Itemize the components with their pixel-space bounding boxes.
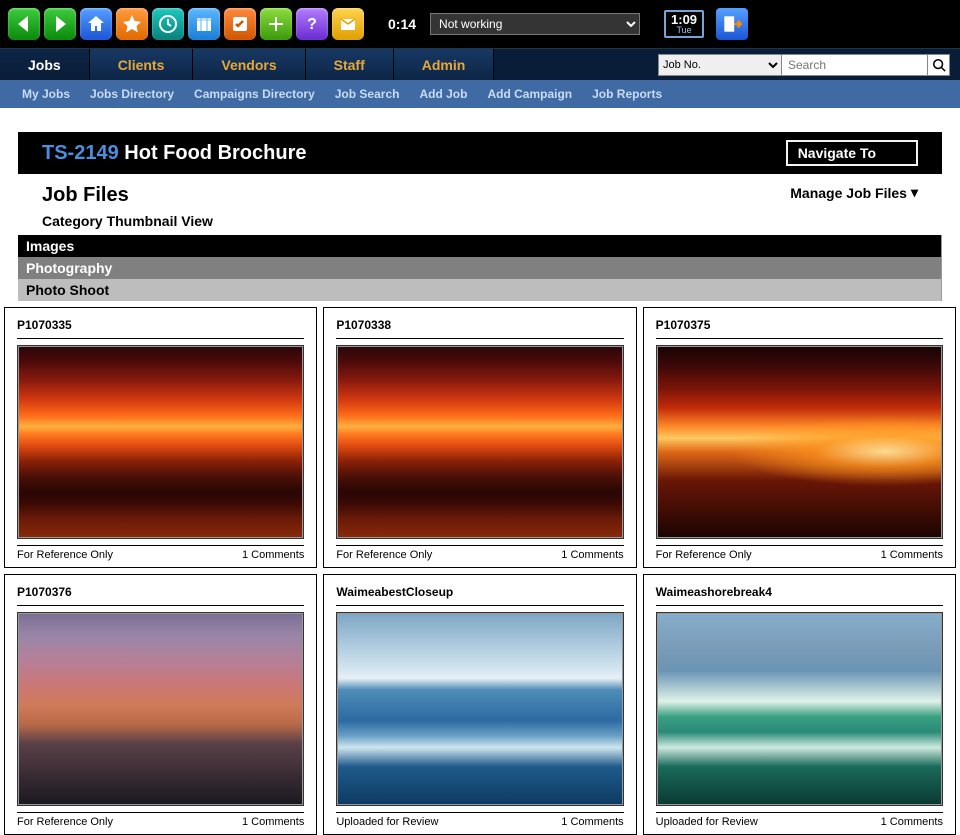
star-icon[interactable] xyxy=(116,8,148,40)
search-scope-select[interactable]: Job No. xyxy=(658,54,782,76)
category-level-2[interactable]: Photography xyxy=(18,257,941,279)
help-icon[interactable]: ? xyxy=(296,8,328,40)
tab-vendors[interactable]: Vendors xyxy=(193,49,305,80)
forward-icon[interactable] xyxy=(44,8,76,40)
category-level-1[interactable]: Images xyxy=(18,235,941,257)
thumbnail-filename: WaimeabestCloseup xyxy=(336,585,623,599)
thumbnail-image[interactable] xyxy=(17,612,304,806)
navigate-to-button[interactable]: Navigate To xyxy=(786,140,918,166)
thumbnail-status: For Reference Only xyxy=(17,549,113,561)
thumbnail-status: Uploaded for Review xyxy=(336,816,438,828)
job-code: TS-2149 xyxy=(42,142,119,164)
category-bands: Images Photography Photo Shoot xyxy=(18,235,942,301)
subnav-job-reports[interactable]: Job Reports xyxy=(592,87,662,101)
thumbnail-image[interactable] xyxy=(656,612,943,806)
tab-clients[interactable]: Clients xyxy=(90,49,194,80)
page-title: TS-2149 Hot Food Brochure xyxy=(42,142,307,165)
subnav-campaigns-directory[interactable]: Campaigns Directory xyxy=(194,87,315,101)
thumbnail-comments[interactable]: 1 Comments xyxy=(242,816,304,828)
status-dropdown[interactable]: Not working xyxy=(430,13,640,35)
view-mode-label: Category Thumbnail View xyxy=(18,213,942,235)
mail-icon[interactable] xyxy=(332,8,364,40)
subnav-add-campaign[interactable]: Add Campaign xyxy=(487,87,572,101)
category-level-3[interactable]: Photo Shoot xyxy=(18,279,941,301)
thumbnail-filename: P1070338 xyxy=(336,318,623,332)
thumbnail-card[interactable]: WaimeabestCloseup Uploaded for Review 1 Co… xyxy=(323,574,636,835)
thumbnail-status: For Reference Only xyxy=(17,816,113,828)
tab-jobs[interactable]: Jobs xyxy=(0,49,90,80)
subnav-my-jobs[interactable]: My Jobs xyxy=(22,87,70,101)
thumbnail-comments[interactable]: 1 Comments xyxy=(881,816,943,828)
thumbnail-comments[interactable]: 1 Comments xyxy=(561,549,623,561)
thumbnail-image[interactable] xyxy=(656,345,943,539)
thumbnail-status: Uploaded for Review xyxy=(656,816,758,828)
sub-nav: My Jobs Jobs Directory Campaigns Directo… xyxy=(0,80,960,108)
page-title-bar: TS-2149 Hot Food Brochure Navigate To xyxy=(18,132,942,174)
manage-job-files-button[interactable]: Manage Job Files ▾ xyxy=(790,184,918,201)
job-files-header: Job Files Manage Job Files ▾ xyxy=(18,174,942,213)
back-icon[interactable] xyxy=(8,8,40,40)
thumbnail-filename: P1070375 xyxy=(656,318,943,332)
main-tabs: Jobs Clients Vendors Staff Admin Job No. xyxy=(0,48,960,80)
thumbnail-card[interactable]: P1070376 For Reference Only 1 Comments xyxy=(4,574,317,835)
thumbnail-filename: Waimeashorebreak4 xyxy=(656,585,943,599)
exit-icon[interactable] xyxy=(716,8,748,40)
calendar-icon[interactable] xyxy=(188,8,220,40)
thumbnail-filename: P1070376 xyxy=(17,585,304,599)
thumbnail-filename: P1070335 xyxy=(17,318,304,332)
search-group: Job No. xyxy=(658,49,960,80)
thumbnail-card[interactable]: P1070338 For Reference Only 1 Comments xyxy=(323,307,636,568)
clock-icon[interactable] xyxy=(152,8,184,40)
thumbnail-grid: P1070335For Reference Only1 CommentsP107… xyxy=(4,307,956,835)
add-icon[interactable] xyxy=(260,8,292,40)
thumbnail-card[interactable]: Waimeashorebreak4 Uploaded for Review 1 Co… xyxy=(643,574,956,835)
chevron-down-icon: ▾ xyxy=(911,184,918,201)
home-icon[interactable] xyxy=(80,8,112,40)
thumbnail-image[interactable] xyxy=(336,612,623,806)
job-name: Hot Food Brochure xyxy=(124,142,306,164)
thumbnail-comments[interactable]: 1 Comments xyxy=(561,816,623,828)
subnav-job-search[interactable]: Job Search xyxy=(335,87,400,101)
clock-widget[interactable]: 1:09 Tue xyxy=(664,10,704,38)
section-title: Job Files xyxy=(42,184,129,207)
thumbnail-image[interactable] xyxy=(17,345,304,539)
subnav-add-job[interactable]: Add Job xyxy=(419,87,467,101)
svg-text:?: ? xyxy=(307,16,317,33)
thumbnail-card[interactable]: P1070375 For Reference Only 1 Comments xyxy=(643,307,956,568)
thumbnail-image[interactable] xyxy=(336,345,623,539)
top-toolbar: ? 0:14 Not working 1:09 Tue xyxy=(0,0,960,48)
thumbnail-status: For Reference Only xyxy=(336,549,432,561)
checklist-icon[interactable] xyxy=(224,8,256,40)
search-icon[interactable] xyxy=(928,54,950,76)
tab-admin[interactable]: Admin xyxy=(394,49,495,80)
thumbnail-comments[interactable]: 1 Comments xyxy=(242,549,304,561)
thumbnail-status: For Reference Only xyxy=(656,549,752,561)
toolbar-icon-group: ? xyxy=(8,8,364,40)
clock-day: Tue xyxy=(668,26,700,35)
tab-staff[interactable]: Staff xyxy=(306,49,394,80)
subnav-jobs-directory[interactable]: Jobs Directory xyxy=(90,87,174,101)
thumbnail-card[interactable]: P1070335 For Reference Only 1 Comments xyxy=(4,307,317,568)
elapsed-time: 0:14 xyxy=(388,16,416,32)
thumbnail-comments[interactable]: 1 Comments xyxy=(881,549,943,561)
search-input[interactable] xyxy=(782,54,928,76)
